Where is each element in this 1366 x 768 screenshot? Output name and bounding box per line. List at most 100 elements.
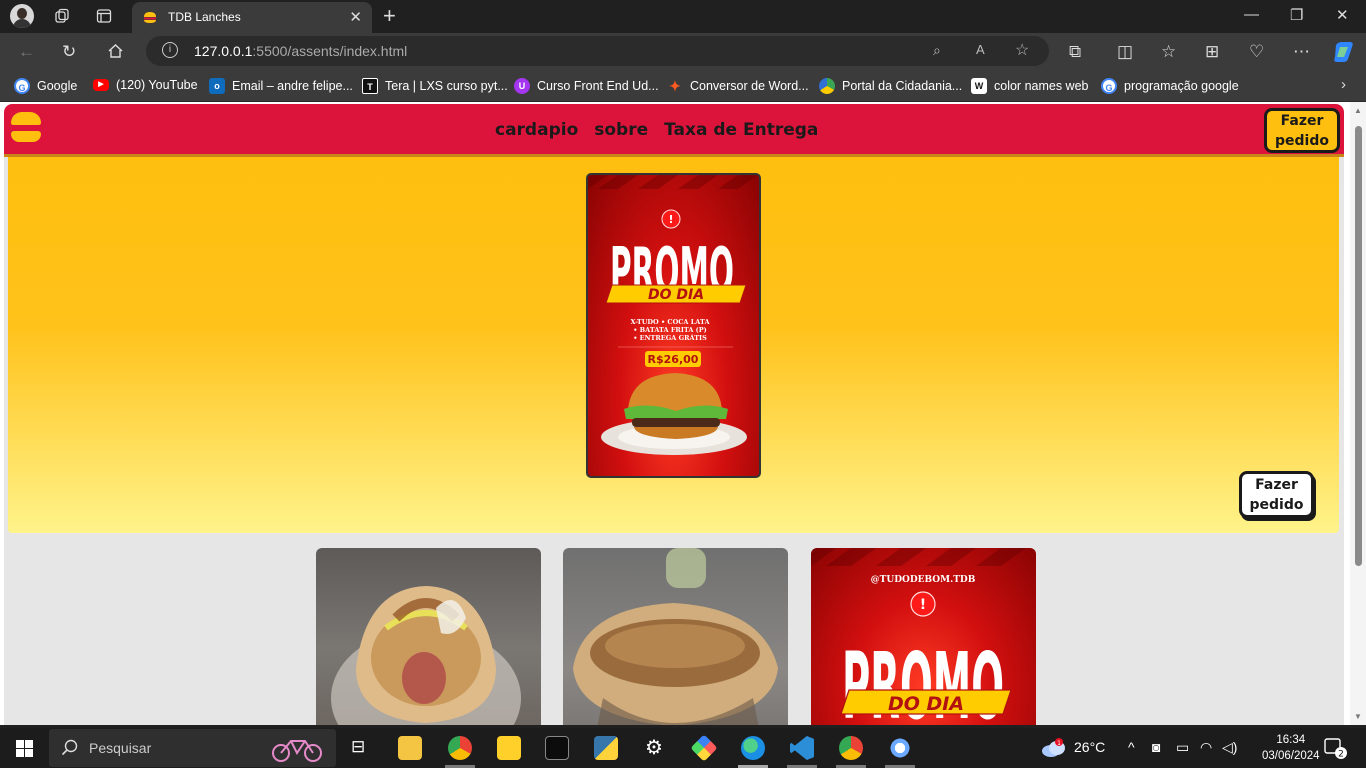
windows-taskbar: Pesquisar ⊟ ⚙ 1 26°C ^ ◙ ▭ ◠ ◁) 16:34 03… [0,728,1366,768]
taskbar-search[interactable]: Pesquisar [49,729,336,767]
promo-item: • ENTREGA GRÁTIS [633,333,707,342]
promo-poster: ! PROMO DO DIA X-TUDO • COCA LATA • BATA… [586,173,761,478]
clock-date: 03/06/2024 [1262,750,1320,762]
sticky-notes-icon[interactable] [497,736,521,760]
file-explorer-icon[interactable] [398,736,422,760]
terminal-icon[interactable] [545,736,569,760]
page-scrollbar[interactable]: ▲ ▼ [1350,102,1366,725]
chevron-up-icon[interactable]: ^ [1128,739,1135,755]
order-button-floating[interactable]: Fazer pedido [1239,471,1314,518]
nav-link-sobre[interactable]: sobre [594,120,648,140]
sandwich-photo [573,548,778,725]
promo-handle: @TUDODEBOM.TDB [871,575,976,585]
hotdog-photo [331,586,521,725]
paint-icon[interactable] [888,736,912,760]
home-icon[interactable] [107,43,124,59]
refresh-icon[interactable]: ↻ [62,42,76,62]
address-bar[interactable]: i 127.0.0.1:5500/assents/index.html ⌕ A … [146,36,1049,66]
battery-icon[interactable]: ▭ [1176,739,1189,756]
favorites-icon[interactable]: ☆ [1161,42,1176,62]
svg-text:!: ! [920,597,926,613]
maximize-icon[interactable]: ❐ [1290,6,1303,24]
product-card-sandwich[interactable] [563,548,788,725]
back-icon[interactable]: ← [18,42,35,62]
chrome-icon[interactable] [448,736,472,760]
browser-title-bar: TDB Lanches ✕ + — ❐ ✕ [0,0,1366,33]
browser-essentials-icon[interactable]: ♡ [1249,42,1264,62]
scroll-down-icon[interactable]: ▼ [1354,712,1362,721]
workspaces-icon[interactable] [54,8,70,24]
more-menu-icon[interactable]: ⋯ [1293,42,1310,62]
close-window-icon[interactable]: ✕ [1336,6,1349,24]
converter-icon: ✦ [669,78,681,94]
chevron-right-icon[interactable]: › [1341,76,1346,93]
promo-card-image: @TUDODEBOM.TDB ! PROMO DO DIA [811,548,1026,725]
weather-temp[interactable]: 26°C [1074,739,1105,755]
bookmark-programacao[interactable]: G programação google [1101,78,1239,94]
clock-time: 16:34 [1276,734,1306,746]
scroll-thumb[interactable] [1355,126,1362,566]
burger-logo-icon[interactable] [11,112,41,142]
settings-gear-icon[interactable]: ⚙ [645,735,663,760]
snipping-icon[interactable] [690,734,718,762]
wifi-icon[interactable]: ◠ [1200,739,1212,756]
notification-icon[interactable]: 2 [1324,738,1348,760]
page-viewport: cardapio sobre Taxa de Entrega Fazer ped… [0,102,1366,725]
favorite-star-icon[interactable]: ☆ [1015,40,1029,60]
bookmark-google[interactable]: G Google [14,78,77,94]
weather-cloud-icon[interactable]: 1 [1041,738,1067,758]
chrome-icon[interactable] [839,736,863,760]
poster-stripes [588,175,758,189]
bookmark-converter[interactable]: ✦ Conversor de Word... [667,78,808,94]
site-info-icon[interactable]: i [162,42,178,58]
bookmark-portal[interactable]: Portal da Cidadania... [819,78,962,94]
url-text[interactable]: 127.0.0.1:5500/assents/index.html [194,43,407,59]
outlook-icon: o [209,78,225,94]
order-button-header[interactable]: Fazer pedido [1264,108,1340,153]
bookmark-tera[interactable]: T Tera | LXS curso pyt... [362,78,508,94]
split-screen-icon[interactable]: ◫ [1117,42,1133,62]
zoom-icon[interactable]: ⌕ [933,42,941,59]
svg-text:!: ! [668,213,673,226]
windows-start-icon[interactable] [16,740,33,757]
tera-icon: T [362,78,378,94]
google-icon: G [14,78,30,94]
promo-price: R$26,00 [648,353,699,366]
bookmark-udemy[interactable]: U Curso Front End Ud... [514,78,659,94]
read-aloud-icon[interactable]: A [976,42,985,57]
minimize-icon[interactable]: — [1244,6,1259,23]
profile-avatar[interactable] [10,4,34,28]
volume-icon[interactable]: ◁) [1222,739,1237,756]
youtube-icon: ▶ [93,79,109,91]
nav-link-cardapio[interactable]: cardapio [495,120,578,140]
extensions-icon[interactable]: ⧉ [1069,42,1081,62]
close-tab-icon[interactable]: ✕ [349,8,362,26]
site-header: cardapio sobre Taxa de Entrega Fazer ped… [4,104,1344,157]
new-tab-icon[interactable]: + [383,3,396,29]
python-icon[interactable] [594,736,618,760]
search-icon [61,739,78,756]
notification-count: 2 [1338,750,1344,760]
product-card-hotdog[interactable] [316,548,541,725]
weather-badge: 1 [1057,740,1061,747]
product-card-promo[interactable]: @TUDODEBOM.TDB ! PROMO DO DIA [811,548,1036,725]
w-icon: W [971,78,987,94]
portal-icon [819,78,835,94]
bookmark-email[interactable]: o Email – andre felipe... [209,78,353,94]
burger-bun [628,373,722,411]
nav-link-taxa-de-entrega[interactable]: Taxa de Entrega [664,120,818,140]
bookmark-youtube[interactable]: ▶ (120) YouTube [93,78,198,92]
site-nav: cardapio sobre Taxa de Entrega [495,120,818,140]
system-clock[interactable]: 16:34 03/06/2024 [1262,732,1320,764]
vscode-icon[interactable] [790,736,814,760]
tab-tdb-lanches[interactable]: TDB Lanches ✕ [132,2,372,33]
bookmark-color-names[interactable]: W color names web [971,78,1089,94]
edge-icon[interactable] [741,736,765,760]
scroll-up-icon[interactable]: ▲ [1354,106,1362,115]
copilot-icon[interactable] [1332,41,1356,63]
tab-actions-icon[interactable] [96,8,112,24]
task-view-icon[interactable]: ⊟ [351,737,365,757]
collections-icon[interactable]: ⊞ [1205,42,1219,62]
search-placeholder: Pesquisar [89,740,152,756]
meet-now-icon[interactable]: ◙ [1152,739,1160,755]
